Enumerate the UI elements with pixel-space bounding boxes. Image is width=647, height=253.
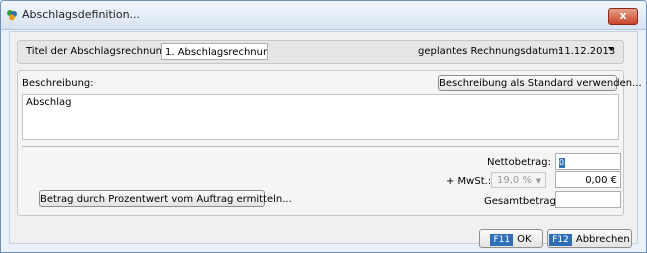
cancel-label: Abbrechen <box>575 234 630 245</box>
cancel-button[interactable]: F12 Abbrechen <box>547 229 632 248</box>
chevron-down-icon <box>608 47 614 51</box>
vat-rate-select: 19,0 % ▼ <box>491 172 546 188</box>
date-value: 11.12.2013 <box>558 46 616 57</box>
use-as-default-button[interactable]: Beschreibung als Standard verwenden... <box>438 75 642 91</box>
net-label: Nettobetrag: <box>487 157 551 168</box>
title-label: Titel der Abschlagsrechnung: <box>26 46 172 57</box>
close-icon: x <box>619 9 627 22</box>
net-amount-value: 0 <box>559 158 565 168</box>
chevron-down-icon: ▼ <box>535 177 541 185</box>
description-textarea[interactable]: Abschlag <box>22 94 619 140</box>
divider <box>22 146 619 147</box>
ok-button[interactable]: F11 OK <box>479 229 543 248</box>
cancel-hotkey: F12 <box>549 234 572 246</box>
dialog-window: Abschlagsdefinition... x Titel der Absch… <box>0 0 647 253</box>
vat-rate-value: 19,0 % <box>497 175 532 186</box>
vat-label: + MwSt.: <box>446 176 492 187</box>
title-input[interactable]: 1. Abschlagsrechnung <box>161 43 268 60</box>
dialog-body: Titel der Abschlagsrechnung: 1. Abschlag… <box>9 31 642 248</box>
main-panel: Beschreibung: Beschreibung als Standard … <box>17 70 642 216</box>
app-icon <box>7 10 17 21</box>
description-label: Beschreibung: <box>22 78 94 89</box>
ok-label: OK <box>517 234 532 245</box>
vat-amount-field: 0,00 € <box>555 171 621 188</box>
total-amount-field <box>555 191 621 208</box>
close-button[interactable]: x <box>608 8 638 25</box>
title-bar[interactable]: Abschlagsdefinition... x <box>1 1 646 30</box>
date-label: geplantes Rechnungsdatum: <box>418 46 562 57</box>
net-amount-input[interactable]: 0 <box>555 153 621 170</box>
percent-calc-button[interactable]: Betrag durch Prozentwert vom Auftrag erm… <box>39 190 292 207</box>
date-picker[interactable]: 11.12.2013 <box>555 43 620 60</box>
window-title: Abschlagsdefinition... <box>22 8 141 21</box>
ok-hotkey: F11 <box>490 234 514 246</box>
header-panel: Titel der Abschlagsrechnung: 1. Abschlag… <box>17 40 624 64</box>
total-label: Gesamtbetrag: <box>484 196 560 207</box>
